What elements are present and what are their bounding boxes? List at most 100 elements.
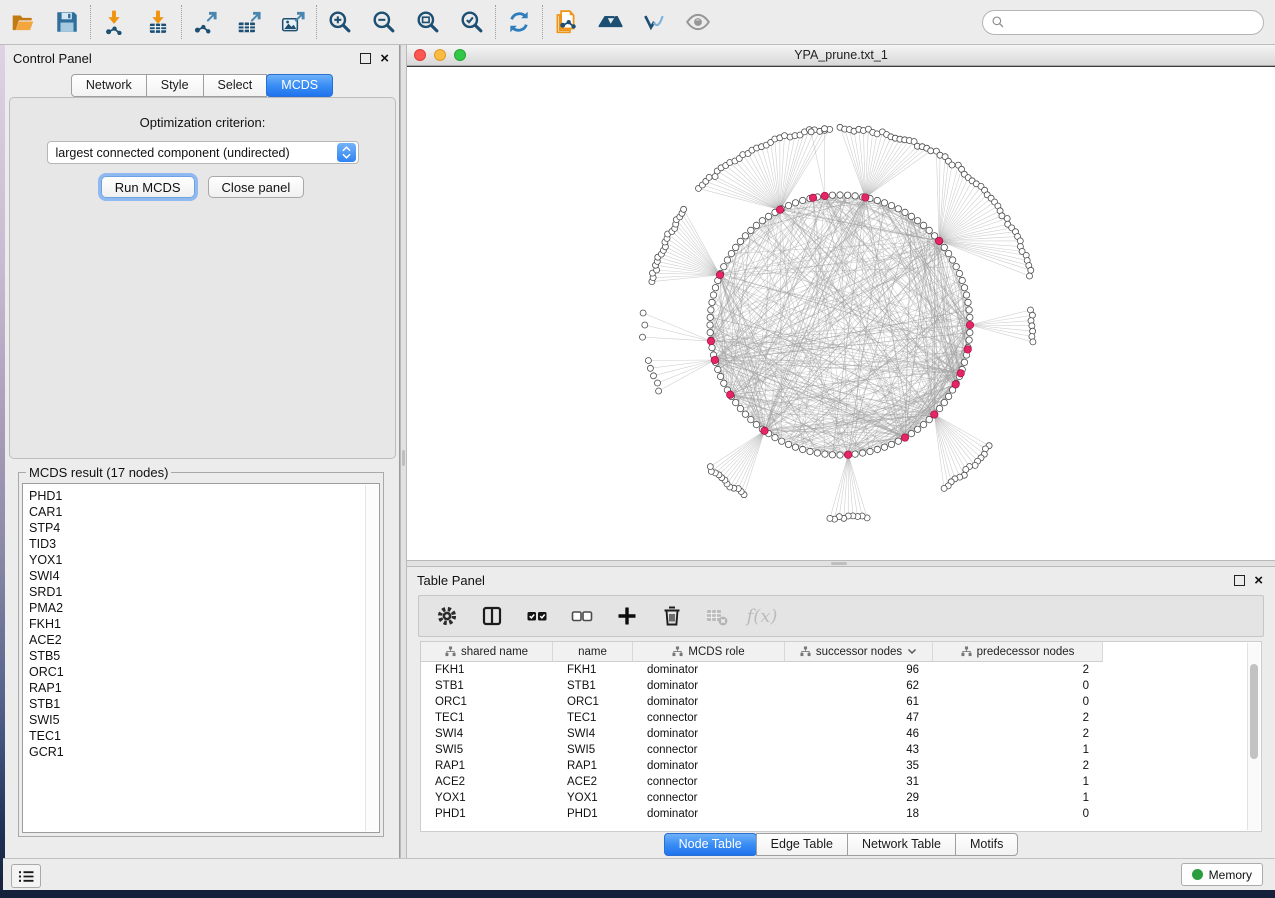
network-node[interactable] [707,322,713,328]
tab-edge-table[interactable]: Edge Table [756,833,848,856]
network-node[interactable] [651,373,657,379]
table-row[interactable]: PHD1PHD1dominator180 [421,806,1261,822]
network-node[interactable] [895,206,901,212]
mcds-node[interactable] [966,321,973,328]
show-columns-icon[interactable] [478,602,506,630]
mcds-node[interactable] [952,381,959,388]
horizontal-splitter[interactable] [407,560,1275,567]
network-node[interactable] [941,399,947,405]
network-node[interactable] [765,213,771,219]
network-node[interactable] [961,285,967,291]
show-panels-list-button[interactable] [11,864,41,888]
network-node[interactable] [965,299,971,305]
network-node[interactable] [640,334,646,340]
mcds-result-item[interactable]: PHD1 [29,488,379,504]
mcds-node[interactable] [716,271,723,278]
mcds-list-scrollbar[interactable] [365,485,378,831]
new-network-from-selection-icon[interactable] [552,8,580,36]
mcds-result-item[interactable]: TID3 [29,536,379,552]
network-node[interactable] [807,448,813,454]
network-node[interactable] [785,441,791,447]
network-node[interactable] [706,174,712,180]
network-node[interactable] [920,421,926,427]
network-node[interactable] [867,448,873,454]
vertical-splitter[interactable] [400,45,407,858]
zoom-in-icon[interactable] [326,8,354,36]
table-row[interactable]: RAP1RAP1dominator352 [421,758,1261,774]
network-node[interactable] [837,192,843,198]
network-node[interactable] [966,307,972,313]
mcds-result-item[interactable]: GCR1 [29,744,379,760]
mcds-result-item[interactable]: PMA2 [29,600,379,616]
network-node[interactable] [709,344,715,350]
network-node[interactable] [721,264,727,270]
mcds-node[interactable] [809,194,816,201]
network-node[interactable] [728,250,734,256]
network-node[interactable] [967,314,973,320]
network-node[interactable] [715,366,721,372]
network-node[interactable] [881,200,887,206]
run-mcds-button[interactable]: Run MCDS [101,176,195,198]
table-row[interactable]: FKH1FKH1dominator962 [421,662,1261,678]
memory-button[interactable]: Memory [1181,863,1263,886]
mcds-node[interactable] [711,356,718,363]
network-node[interactable] [645,358,651,364]
table-settings-icon[interactable] [433,602,461,630]
save-session-icon[interactable] [53,8,81,36]
network-node[interactable] [655,380,661,386]
network-node[interactable] [822,126,828,132]
delete-table-icon[interactable] [703,602,731,630]
network-node[interactable] [792,444,798,450]
table-row[interactable]: SWI4SWI4dominator462 [421,726,1261,742]
network-node[interactable] [881,444,887,450]
network-node[interactable] [953,264,959,270]
export-table-icon[interactable] [235,8,263,36]
network-node[interactable] [941,485,947,491]
refresh-icon[interactable] [505,8,533,36]
table-scrollbar[interactable] [1247,643,1260,830]
network-node[interactable] [902,209,908,215]
network-node[interactable] [800,446,806,452]
network-node[interactable] [859,450,865,456]
network-node[interactable] [966,337,972,343]
network-window-titlebar[interactable]: YPA_prune.txt_1 [407,45,1275,66]
mcds-node[interactable] [964,346,971,353]
network-node[interactable] [1028,267,1034,273]
network-node[interactable] [814,450,820,456]
tab-node-table[interactable]: Node Table [664,833,757,856]
criterion-select[interactable]: largest connected component (undirected) [47,141,359,164]
table-row[interactable]: SWI5SWI5connector431 [421,742,1261,758]
tab-network[interactable]: Network [71,74,147,97]
network-node[interactable] [779,438,785,444]
graphics-details-icon[interactable] [684,8,712,36]
mcds-node[interactable] [707,337,714,344]
network-node[interactable] [724,257,730,263]
network-canvas[interactable] [407,66,1275,560]
mcds-node[interactable] [776,206,783,213]
mcds-node[interactable] [862,194,869,201]
network-node[interactable] [710,292,716,298]
network-node[interactable] [844,192,850,198]
network-node[interactable] [963,292,969,298]
network-node[interactable] [888,202,894,208]
delete-entry-icon[interactable] [658,602,686,630]
network-node[interactable] [961,359,967,365]
network-node[interactable] [808,129,814,135]
network-node[interactable] [963,467,969,473]
network-node[interactable] [737,238,743,244]
float-window-icon[interactable] [1234,575,1245,586]
import-table-icon[interactable] [144,8,172,36]
network-node[interactable] [837,452,843,458]
network-node[interactable] [707,464,713,470]
tab-mcds[interactable]: MCDS [266,74,333,97]
network-node[interactable] [914,218,920,224]
network-node[interactable] [949,162,955,168]
network-node[interactable] [800,197,806,203]
network-node[interactable] [920,222,926,228]
tab-network-table[interactable]: Network Table [847,833,956,856]
network-node[interactable] [772,434,778,440]
import-network-icon[interactable] [100,8,128,36]
network-node[interactable] [681,206,687,212]
network-node[interactable] [717,373,723,379]
network-node[interactable] [827,515,833,521]
